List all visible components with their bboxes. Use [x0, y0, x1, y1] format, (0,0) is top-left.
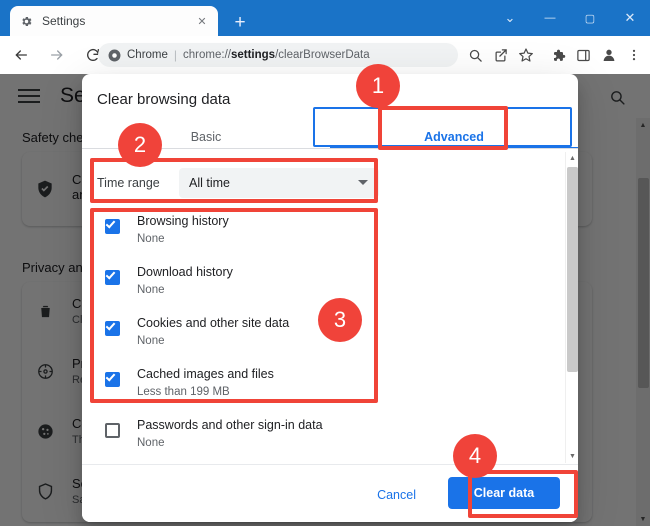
checkbox-cached-images[interactable]: [105, 372, 120, 387]
dialog-scroll-down-icon[interactable]: ▼: [566, 450, 578, 463]
browser-titlebar: Settings ✕ + ⌄ — ▢ ✕: [0, 0, 650, 36]
cancel-button[interactable]: Cancel: [369, 481, 424, 509]
chevron-down-icon: [358, 180, 368, 185]
omnibox-url-bold: settings: [231, 49, 275, 61]
address-bar[interactable]: Chrome | chrome://settings/clearBrowserD…: [98, 43, 458, 67]
omnibox-url-prefix: chrome://: [183, 49, 231, 61]
chrome-logo-icon: [107, 48, 121, 62]
item-label: Browsing history: [137, 214, 229, 228]
back-arrow-icon[interactable]: [6, 40, 36, 70]
dialog-footer: Cancel Clear data: [82, 464, 578, 522]
item-label: Passwords and other sign-in data: [137, 418, 323, 432]
omnibox-url-suffix: /clearBrowserData: [275, 49, 370, 61]
extensions-puzzle-icon[interactable]: [546, 43, 571, 67]
time-range-label: Time range: [97, 176, 179, 190]
dialog-scrollbar-thumb[interactable]: [567, 167, 578, 372]
close-icon[interactable]: ✕: [194, 13, 210, 29]
item-detail: None: [137, 233, 165, 245]
dialog-scroll-up-icon[interactable]: ▲: [566, 152, 578, 165]
item-detail: None: [137, 335, 165, 347]
dialog-scrollbar[interactable]: ▲ ▼: [565, 152, 578, 463]
zoom-icon[interactable]: [463, 43, 488, 67]
omnibox-url: chrome://settings/clearBrowserData: [183, 49, 370, 61]
dialog-title: Clear browsing data: [97, 91, 230, 108]
item-label: Cookies and other site data: [137, 316, 289, 330]
forward-arrow-icon[interactable]: [42, 40, 72, 70]
three-dot-menu-icon[interactable]: [621, 43, 646, 67]
time-range-select[interactable]: All time: [179, 168, 379, 198]
window-controls: ⌄ — ▢ ✕: [490, 0, 650, 36]
annotation-badge-4: 4: [453, 434, 497, 478]
checkbox-cookies[interactable]: [105, 321, 120, 336]
item-detail: None: [137, 284, 165, 296]
profile-avatar-icon[interactable]: [596, 43, 621, 67]
browser-window: Settings ✕ + ⌄ — ▢ ✕ Chrome | chrome://s…: [0, 0, 650, 526]
share-icon[interactable]: [488, 43, 513, 67]
gear-icon: [18, 13, 34, 29]
item-label: Download history: [137, 265, 233, 279]
minimize-icon[interactable]: —: [530, 0, 570, 36]
annotation-badge-2: 2: [118, 123, 162, 167]
clear-data-button[interactable]: Clear data: [448, 477, 560, 509]
bookmark-star-icon[interactable]: [513, 43, 538, 67]
list-item[interactable]: Download history None: [82, 259, 566, 309]
browser-tab-title: Settings: [42, 14, 194, 28]
time-range-value: All time: [189, 176, 230, 190]
list-item[interactable]: Cached images and files Less than 199 MB: [82, 361, 566, 411]
browser-tab-settings[interactable]: Settings ✕: [10, 6, 218, 36]
annotation-badge-3: 3: [318, 298, 362, 342]
item-detail: Less than 199 MB: [137, 386, 230, 398]
omnibox-chip-label: Chrome: [127, 49, 168, 61]
item-label: Autofill form data: [137, 462, 231, 463]
checkbox-passwords[interactable]: [105, 423, 120, 438]
annotation-badge-1: 1: [356, 64, 400, 108]
time-range-row: Time range All time: [97, 165, 397, 201]
item-detail: None: [137, 437, 165, 449]
item-label: Cached images and files: [137, 367, 274, 381]
toolbar-icon-group: [463, 43, 646, 67]
side-panel-icon[interactable]: [571, 43, 596, 67]
new-tab-button[interactable]: +: [228, 10, 252, 34]
tab-search-icon[interactable]: ⌄: [490, 0, 530, 36]
list-item[interactable]: Browsing history None: [82, 208, 566, 258]
window-close-icon[interactable]: ✕: [610, 0, 650, 36]
checkbox-browsing-history[interactable]: [105, 219, 120, 234]
tab-advanced[interactable]: Advanced: [330, 115, 578, 158]
omnibox-separator: |: [174, 48, 177, 62]
maximize-icon[interactable]: ▢: [570, 0, 610, 36]
checkbox-download-history[interactable]: [105, 270, 120, 285]
